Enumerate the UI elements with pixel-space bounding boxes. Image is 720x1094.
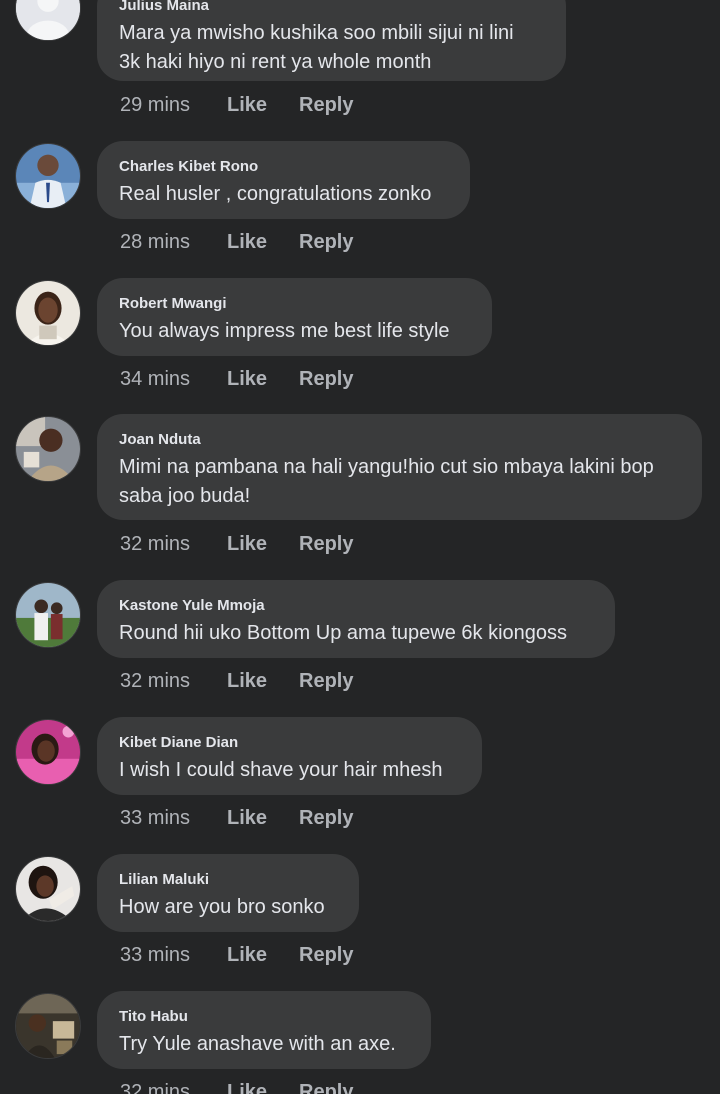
avatar-image — [16, 281, 80, 345]
like-button[interactable]: Like — [227, 805, 267, 831]
avatar[interactable] — [15, 856, 81, 922]
comment-text: Round hii uko Bottom Up ama tupewe 6k ki… — [119, 622, 568, 644]
avatar-image — [16, 994, 80, 1058]
avatar[interactable] — [15, 719, 81, 785]
comment-bubble[interactable]: Charles Kibet Rono Real husler , congrat… — [97, 141, 470, 219]
comment-bubble[interactable]: Tito Habu Try Yule anashave with an axe. — [97, 991, 431, 1069]
reply-button[interactable]: Reply — [299, 942, 353, 968]
comment-text: Real husler , congratulations zonko — [119, 183, 432, 205]
reply-button[interactable]: Reply — [299, 531, 353, 557]
avatar[interactable] — [15, 280, 81, 346]
comment-author[interactable]: Charles Kibet Rono — [119, 158, 448, 176]
avatar-image — [16, 144, 80, 208]
avatar-image — [16, 857, 80, 921]
comment-author[interactable]: Lilian Maluki — [119, 871, 337, 889]
avatar[interactable] — [15, 143, 81, 209]
comment-timestamp[interactable]: 32 mins — [120, 531, 190, 557]
comment-author[interactable]: Tito Habu — [119, 1008, 409, 1026]
comment-text: Try Yule anashave with an axe. — [119, 1033, 396, 1055]
reply-button[interactable]: Reply — [299, 229, 353, 255]
comment-bubble[interactable]: Robert Mwangi You always impress me best… — [97, 278, 492, 356]
avatar[interactable] — [15, 582, 81, 648]
like-button[interactable]: Like — [227, 531, 267, 557]
comments-feed: Julius Maina Mara ya mwisho kushika soo … — [0, 0, 720, 1094]
comment-bubble[interactable]: Joan Nduta Mimi na pambana na hali yangu… — [97, 414, 702, 520]
reply-button[interactable]: Reply — [299, 1079, 353, 1094]
like-button[interactable]: Like — [227, 366, 267, 392]
comment-timestamp[interactable]: 28 mins — [120, 229, 190, 255]
comment-timestamp[interactable]: 34 mins — [120, 366, 190, 392]
comment-timestamp[interactable]: 33 mins — [120, 805, 190, 831]
comment-author[interactable]: Julius Maina — [119, 0, 544, 15]
avatar-image — [16, 720, 80, 784]
comment-bubble[interactable]: Kibet Diane Dian I wish I could shave yo… — [97, 717, 482, 795]
avatar-image — [16, 0, 80, 40]
like-button[interactable]: Like — [227, 942, 267, 968]
comment-bubble[interactable]: Kastone Yule Mmoja Round hii uko Bottom … — [97, 580, 615, 658]
avatar-image — [16, 417, 80, 481]
comment-timestamp[interactable]: 29 mins — [120, 92, 190, 118]
like-button[interactable]: Like — [227, 1079, 267, 1094]
comment-bubble[interactable]: Lilian Maluki How are you bro sonko — [97, 854, 359, 932]
avatar[interactable] — [15, 416, 81, 482]
like-button[interactable]: Like — [227, 668, 267, 694]
comment-bubble[interactable]: Julius Maina Mara ya mwisho kushika soo … — [97, 0, 566, 81]
like-button[interactable]: Like — [227, 92, 267, 118]
comment-author[interactable]: Kastone Yule Mmoja — [119, 597, 593, 615]
reply-button[interactable]: Reply — [299, 668, 353, 694]
avatar[interactable] — [15, 0, 81, 41]
comment-author[interactable]: Kibet Diane Dian — [119, 734, 460, 752]
comment-author[interactable]: Joan Nduta — [119, 431, 680, 449]
reply-button[interactable]: Reply — [299, 366, 353, 392]
like-button[interactable]: Like — [227, 229, 267, 255]
avatar[interactable] — [15, 993, 81, 1059]
comment-text: You always impress me best life style — [119, 320, 450, 342]
comment-text: Mara ya mwisho kushika soo mbili sijui n… — [119, 22, 514, 73]
comment-text: I wish I could shave your hair mhesh — [119, 759, 443, 781]
comment-text: How are you bro sonko — [119, 896, 325, 918]
reply-button[interactable]: Reply — [299, 92, 353, 118]
comment-author[interactable]: Robert Mwangi — [119, 295, 470, 313]
reply-button[interactable]: Reply — [299, 805, 353, 831]
comment-text: Mimi na pambana na hali yangu!hio cut si… — [119, 456, 654, 507]
comment-timestamp[interactable]: 32 mins — [120, 668, 190, 694]
comment-timestamp[interactable]: 33 mins — [120, 942, 190, 968]
comment-timestamp[interactable]: 32 mins — [120, 1079, 190, 1094]
avatar-image — [16, 583, 80, 647]
